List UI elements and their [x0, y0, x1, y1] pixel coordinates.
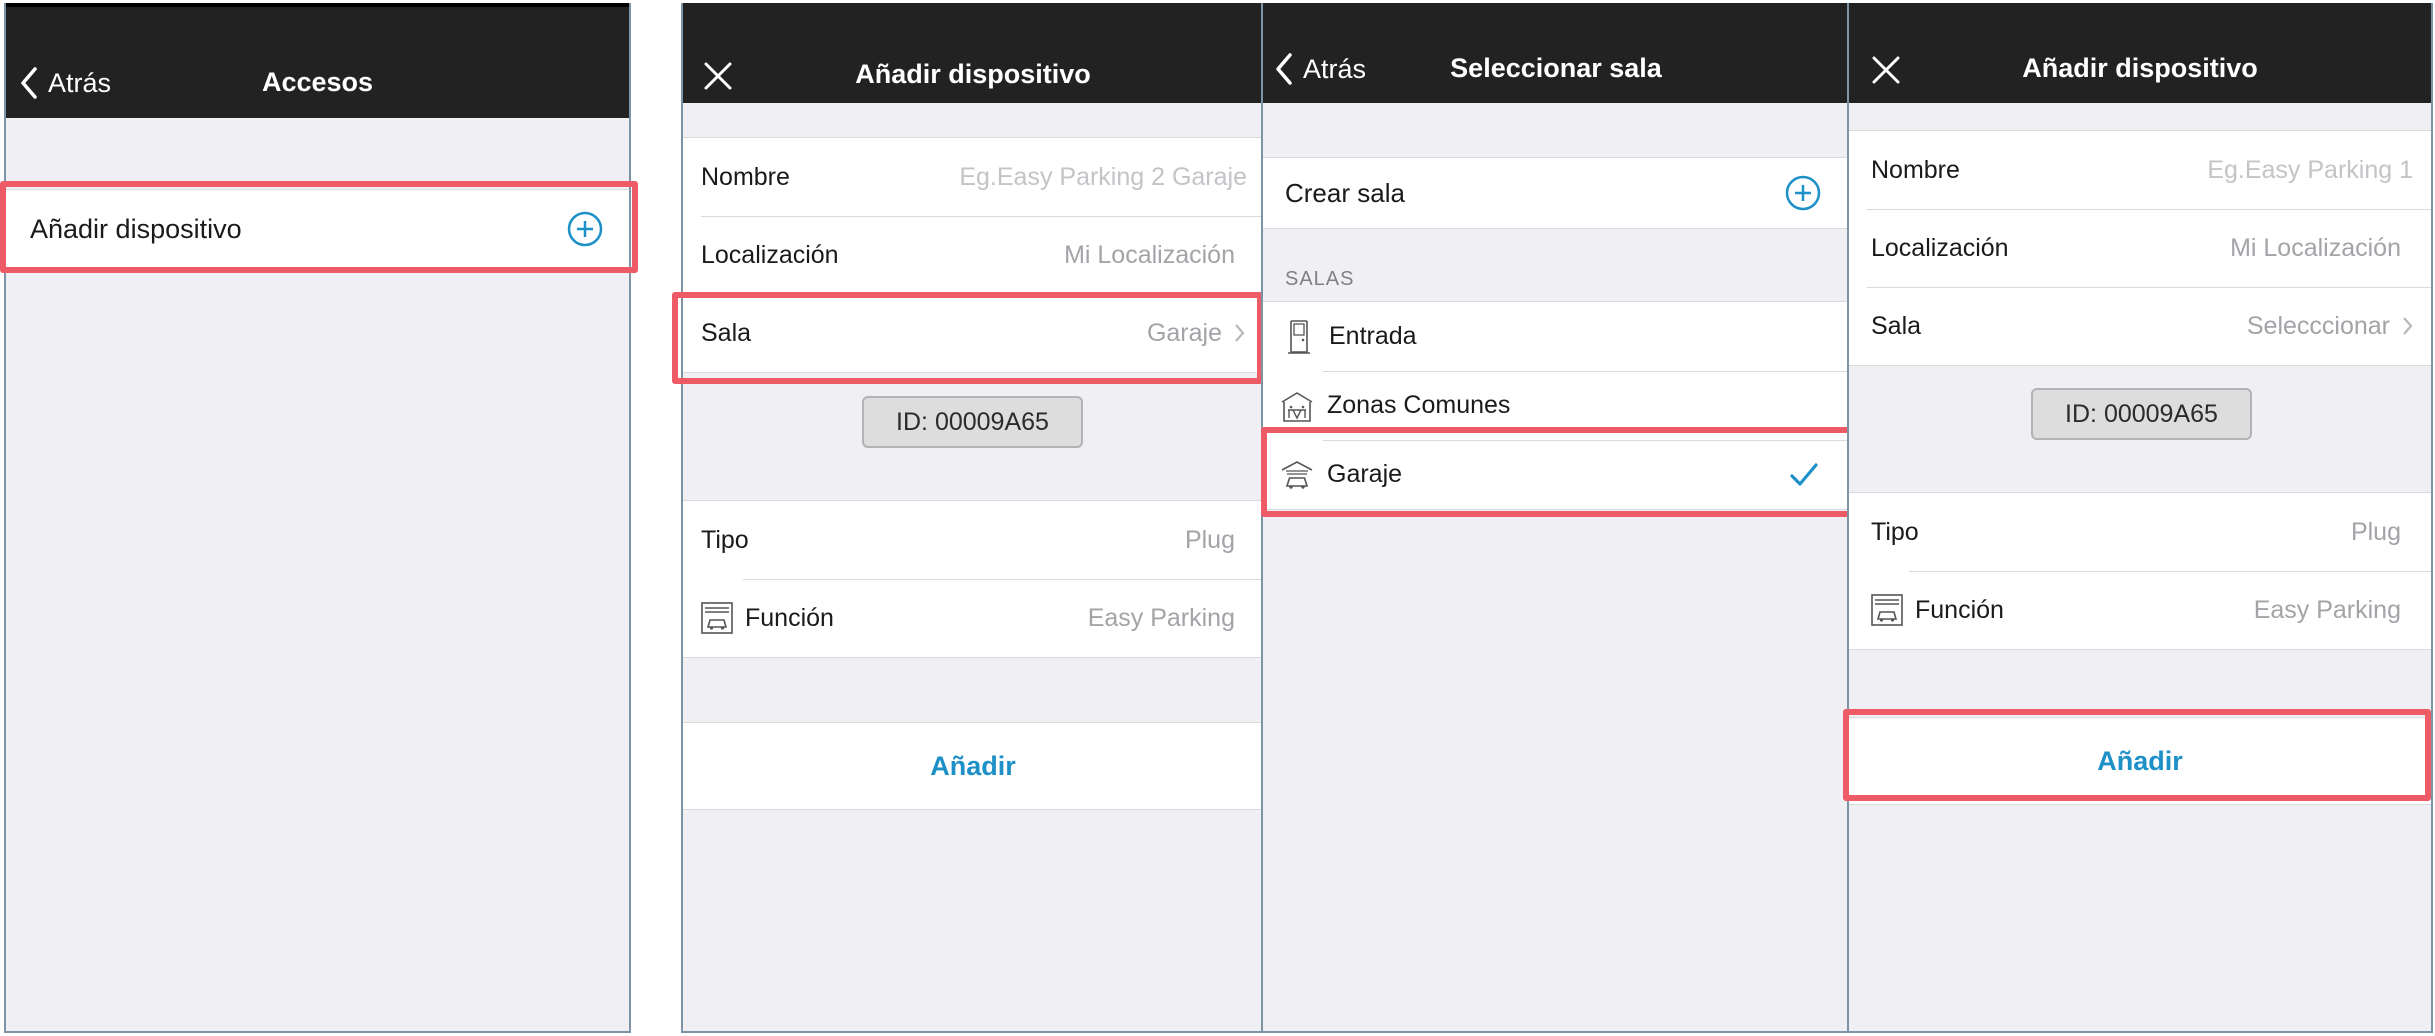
- device-type-group: Tipo Plug Función Easy Parking: [1849, 492, 2431, 650]
- field-value: Selecccionar: [2246, 311, 2390, 340]
- room-item-zonas-comunes[interactable]: Zonas Comunes: [1263, 371, 1849, 440]
- create-room-group: Crear sala: [1263, 157, 1849, 229]
- field-value: Mi Localización: [2230, 233, 2401, 262]
- page-title: Añadir dispositivo: [2022, 53, 2258, 83]
- field-sala[interactable]: Sala Garaje: [683, 294, 1263, 372]
- field-value: Easy Parking: [2253, 595, 2401, 624]
- room-item-garaje[interactable]: Garaje: [1263, 440, 1849, 509]
- field-label: Sala: [701, 318, 752, 347]
- add-button[interactable]: Añadir: [683, 722, 1263, 810]
- field-funcion[interactable]: Función Easy Parking: [683, 579, 1263, 657]
- field-tipo: Tipo Plug: [683, 501, 1263, 579]
- common-area-icon: [1281, 391, 1313, 422]
- field-value-wrap: Selecccionar: [2247, 312, 2413, 341]
- nav-bar: Atrás Seleccionar sala: [1263, 3, 1849, 103]
- room-name: Zonas Comunes: [1327, 391, 1511, 419]
- screen-accesos: Atrás Accesos Añadir dispositivo: [4, 3, 631, 1033]
- chevron-right-icon: [2403, 317, 2413, 335]
- door-icon: [1288, 319, 1310, 354]
- add-device-label: Añadir dispositivo: [30, 213, 242, 244]
- page-title: Seleccionar sala: [1450, 53, 1662, 83]
- field-label: Tipo: [1871, 517, 1919, 546]
- field-value: Mi Localización: [1064, 240, 1235, 269]
- device-fields: Nombre Eg.Easy Parking 1 Localización Mi…: [1849, 130, 2431, 366]
- room-name: Garaje: [1327, 460, 1403, 488]
- field-label: Nombre: [1871, 155, 1960, 184]
- garage-icon: [1281, 460, 1313, 489]
- device-fields: Nombre Eg.Easy Parking 2 Garaje Localiza…: [683, 137, 1263, 373]
- device-id-badge: ID: 00009A65: [862, 396, 1083, 448]
- add-device-group: Añadir dispositivo: [6, 189, 629, 269]
- field-localizacion[interactable]: Localización Mi Localización: [1849, 209, 2431, 287]
- field-value: Plug: [1184, 525, 1235, 554]
- page-title: Añadir dispositivo: [855, 59, 1091, 89]
- plus-circle-icon[interactable]: [567, 211, 603, 247]
- nav-bar: Atrás Accesos: [6, 7, 629, 118]
- field-sala[interactable]: Sala Selecccionar: [1849, 287, 2431, 365]
- name-input[interactable]: Eg.Easy Parking 2 Garaje: [959, 163, 1247, 192]
- screen-add-device-final: Añadir dispositivo Nombre Eg.Easy Parkin…: [1847, 3, 2433, 1033]
- field-label: Sala: [1871, 311, 1922, 340]
- field-label: Función: [1915, 595, 2004, 624]
- field-label: Nombre: [701, 162, 790, 191]
- section-header: SALAS: [1285, 268, 1355, 290]
- name-input[interactable]: Eg.Easy Parking 1: [2207, 156, 2413, 185]
- field-value-wrap: Garaje: [1147, 319, 1245, 348]
- field-value: Easy Parking: [1087, 603, 1235, 632]
- field-value: Garaje: [1146, 318, 1222, 347]
- field-label: Tipo: [701, 525, 749, 554]
- room-item-entrada[interactable]: Entrada: [1263, 302, 1849, 371]
- field-localizacion[interactable]: Localización Mi Localización: [683, 216, 1263, 294]
- create-room-label: Crear sala: [1285, 177, 1405, 208]
- garage-door-car-icon: [701, 602, 733, 634]
- screen-add-device: Añadir dispositivo Nombre Eg.Easy Parkin…: [681, 3, 1263, 1033]
- field-value: Plug: [2350, 517, 2401, 546]
- checkmark-icon: [1790, 462, 1818, 486]
- add-button[interactable]: Añadir: [1849, 717, 2431, 805]
- device-type-group: Tipo Plug Función Easy Parking: [683, 500, 1263, 658]
- plus-circle-icon[interactable]: [1785, 175, 1821, 211]
- room-name: Entrada: [1329, 322, 1417, 350]
- field-nombre[interactable]: Nombre Eg.Easy Parking 1: [1849, 131, 2431, 209]
- field-label: Localización: [1871, 233, 2009, 262]
- create-room-row[interactable]: Crear sala: [1263, 158, 1849, 228]
- device-id-badge: ID: 00009A65: [2031, 388, 2252, 440]
- field-nombre[interactable]: Nombre Eg.Easy Parking 2 Garaje: [683, 138, 1263, 216]
- rooms-list: Entrada Zonas Comunes Garaje: [1263, 301, 1849, 510]
- nav-bar: Añadir dispositivo: [683, 3, 1263, 103]
- chevron-right-icon: [1235, 324, 1245, 342]
- garage-door-car-icon: [1871, 594, 1903, 626]
- field-label: Localización: [701, 240, 839, 269]
- field-funcion[interactable]: Función Easy Parking: [1849, 571, 2431, 649]
- add-device-row[interactable]: Añadir dispositivo: [6, 190, 629, 268]
- field-tipo: Tipo Plug: [1849, 493, 2431, 571]
- page-title: Accesos: [261, 67, 374, 97]
- screen-select-room: Atrás Seleccionar sala Crear sala SALAS …: [1261, 3, 1849, 1033]
- field-label: Función: [745, 603, 834, 632]
- nav-bar: Añadir dispositivo: [1849, 3, 2431, 103]
